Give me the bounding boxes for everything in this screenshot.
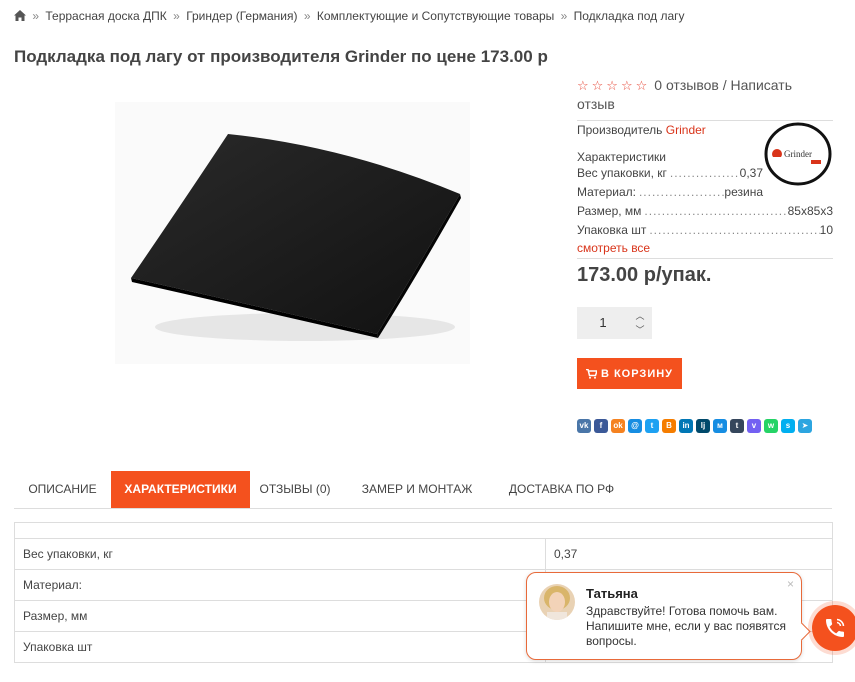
chat-agent-name: Татьяна — [586, 586, 638, 601]
skype-icon[interactable]: s — [781, 419, 795, 433]
spec-table-header — [15, 523, 832, 539]
telegram-icon[interactable]: ➤ — [798, 419, 812, 433]
characteristics-title: Характеристики — [577, 150, 666, 164]
product-image[interactable] — [115, 102, 470, 364]
cart-icon — [585, 368, 597, 379]
tumblr-icon[interactable]: t — [730, 419, 744, 433]
twitter-icon[interactable]: t — [645, 419, 659, 433]
phone-icon — [826, 618, 845, 637]
characteristics: Характеристики Вес упаковки, кг ........… — [577, 150, 833, 240]
quantity-stepper: 1 ︿ ﹀ — [577, 307, 652, 339]
characteristic-row: Размер, мм .............................… — [577, 204, 833, 218]
rating-stars-icon[interactable]: ☆☆☆☆☆ — [577, 78, 650, 93]
see-all-link[interactable]: смотреть все — [577, 241, 650, 255]
breadcrumb-separator: » — [303, 9, 311, 23]
facebook-icon[interactable]: f — [594, 419, 608, 433]
manufacturer-link[interactable]: Grinder — [666, 123, 706, 137]
breadcrumb-item-accessories[interactable]: Комплектующие и Сопутствующие товары — [317, 9, 554, 23]
manufacturer: Производитель Grinder — [577, 123, 706, 137]
tab-reviews[interactable]: ОТЗЫВЫ (0) — [250, 471, 340, 508]
add-to-cart-button[interactable]: В КОРЗИНУ — [577, 358, 682, 389]
breadcrumb-separator: » — [560, 9, 568, 23]
characteristic-row: Вес упаковки, кг .......................… — [577, 166, 763, 180]
whatsapp-icon[interactable]: w — [764, 419, 778, 433]
tab-characteristics[interactable]: ХАРАКТЕРИСТИКИ — [111, 471, 250, 508]
close-icon[interactable]: × — [787, 577, 794, 591]
tab-delivery[interactable]: ДОСТАВКА ПО РФ — [494, 471, 629, 508]
livejournal-icon[interactable]: lj — [696, 419, 710, 433]
chevron-up-icon[interactable]: ︿ — [633, 310, 647, 322]
avatar — [539, 584, 575, 620]
vk-icon[interactable]: vk — [577, 419, 591, 433]
share-buttons: vk f ok @ t Bin lj м t v w s ➤ — [577, 419, 833, 437]
breadcrumb-item-grinder[interactable]: Гриндер (Германия) — [186, 9, 297, 23]
tab-description[interactable]: ОПИСАНИЕ — [14, 471, 111, 508]
breadcrumb-item-current: Подкладка под лагу — [573, 9, 685, 23]
chevron-down-icon[interactable]: ﹀ — [633, 324, 647, 336]
breadcrumb-item-decking[interactable]: Террасная доска ДПК — [45, 9, 166, 23]
product-photo-rubber-pad-icon — [131, 134, 461, 341]
mailru-icon[interactable]: @ — [628, 419, 642, 433]
odnoklassniki-icon[interactable]: ok — [611, 419, 625, 433]
breadcrumb-separator: » — [173, 9, 180, 23]
home-icon[interactable] — [14, 10, 26, 21]
characteristic-row: Упаковка шт ............................… — [577, 223, 833, 237]
table-row: Вес упаковки, кг 0,37 — [15, 539, 832, 570]
breadcrumb-separator: » — [32, 9, 40, 23]
blogger-icon[interactable]: B — [662, 419, 676, 433]
product-tabs: ОПИСАНИЕ ХАРАКТЕРИСТИКИ ОТЗЫВЫ (0) ЗАМЕР… — [14, 471, 832, 509]
callback-button[interactable] — [812, 605, 855, 651]
moimir-icon[interactable]: м — [713, 419, 727, 433]
characteristic-row: Материал: ..............................… — [577, 185, 763, 199]
chat-message: Здравствуйте! Готова помочь вам. Напишит… — [586, 604, 787, 648]
divider — [577, 258, 833, 259]
tab-measure-install[interactable]: ЗАМЕР И МОНТАЖ — [340, 471, 494, 508]
rating-block: ☆☆☆☆☆ 0 отзывов / Написать отзыв — [577, 76, 833, 113]
viber-icon[interactable]: v — [747, 419, 761, 433]
chat-popup[interactable]: Татьяна Здравствуйте! Готова помочь вам.… — [526, 572, 811, 660]
breadcrumb: » Террасная доска ДПК » Гриндер (Германи… — [14, 9, 685, 23]
quantity-input[interactable]: 1 — [577, 307, 629, 339]
page-title: Подкладка под лагу от производителя Grin… — [14, 47, 548, 66]
product-price: 173.00 р/упак. — [577, 264, 712, 286]
add-to-cart-label: В КОРЗИНУ — [600, 367, 674, 380]
manufacturer-label: Производитель — [577, 123, 663, 137]
linkedin-icon[interactable]: in — [679, 419, 693, 433]
